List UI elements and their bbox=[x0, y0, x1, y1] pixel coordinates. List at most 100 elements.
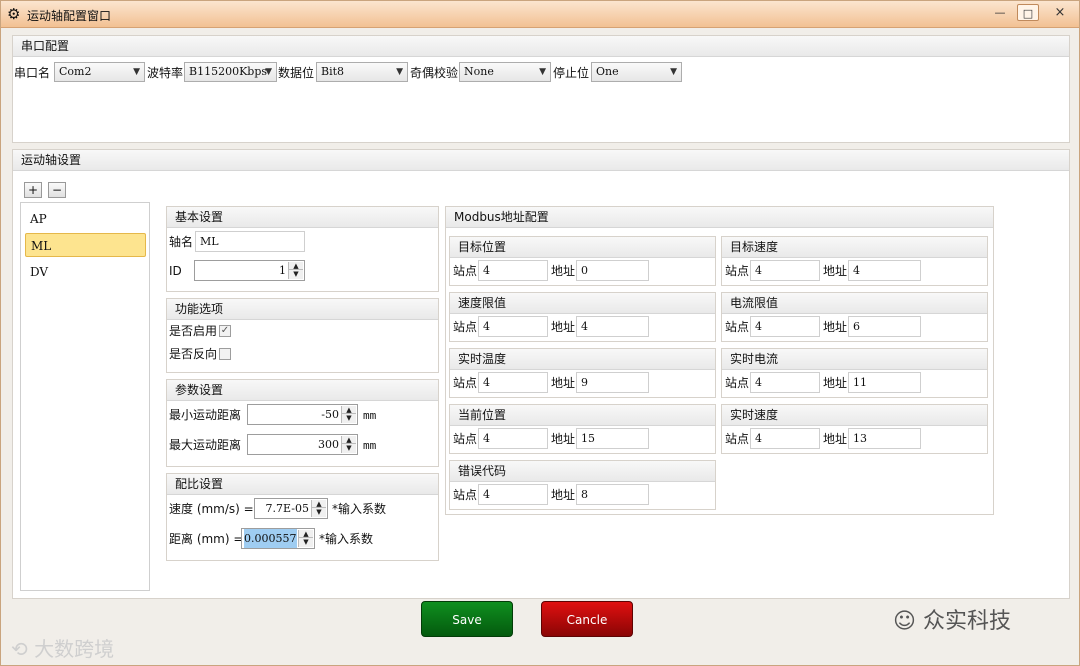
modbus-block-title: 目标速度 bbox=[722, 237, 987, 258]
chevron-up-icon[interactable]: ▲ bbox=[342, 436, 356, 444]
cancel-button[interactable]: Cancle bbox=[541, 601, 633, 637]
modbus-block-title: 当前位置 bbox=[450, 405, 715, 426]
chevron-down-icon[interactable]: ▼ bbox=[312, 508, 326, 516]
reverse-checkbox[interactable] bbox=[219, 348, 231, 360]
remove-axis-button[interactable]: − bbox=[48, 182, 66, 198]
address-input[interactable]: 4 bbox=[576, 316, 649, 337]
modbus-block-title: 实时电流 bbox=[722, 349, 987, 370]
station-input[interactable]: 4 bbox=[478, 484, 548, 505]
parity-value: None bbox=[464, 65, 494, 78]
enable-label: 是否启用 bbox=[169, 324, 218, 338]
chevron-up-icon[interactable]: ▲ bbox=[312, 500, 326, 508]
serial-config-title: 串口配置 bbox=[13, 36, 1069, 57]
reverse-label: 是否反向 bbox=[169, 347, 218, 361]
config-window: ⚙ 运动轴配置窗口 — □ × 串口配置 串口名 Com2 ▼ 波特率 B1152… bbox=[0, 0, 1080, 666]
distance-ratio-stepper[interactable]: 0.000557 ▲ ▼ bbox=[241, 528, 315, 549]
max-distance-stepper[interactable]: 300 ▲ ▼ bbox=[247, 434, 358, 455]
axis-list-item-ap[interactable]: AP bbox=[25, 207, 146, 231]
address-input[interactable]: 9 bbox=[576, 372, 649, 393]
watermark-left-text: 大数跨境 bbox=[34, 637, 115, 661]
chevron-up-icon[interactable]: ▲ bbox=[289, 262, 303, 270]
chevron-down-icon: ▼ bbox=[133, 67, 140, 77]
max-distance-label: 最大运动距离 bbox=[169, 438, 242, 452]
address-input[interactable]: 13 bbox=[848, 428, 921, 449]
address-input[interactable]: 4 bbox=[848, 260, 921, 281]
axis-list-item-ml[interactable]: ML bbox=[25, 233, 146, 257]
stepper-buttons[interactable]: ▲ ▼ bbox=[311, 500, 326, 517]
databits-select[interactable]: Bit8 ▼ bbox=[316, 62, 408, 82]
gear-icon: ⚙ bbox=[7, 5, 21, 23]
station-label: 站点 bbox=[453, 488, 478, 502]
address-label: 地址 bbox=[551, 376, 576, 390]
axis-list: AP ML DV bbox=[20, 202, 150, 591]
axis-id-label: ID bbox=[169, 264, 182, 278]
station-label: 站点 bbox=[453, 264, 478, 278]
save-button[interactable]: Save bbox=[421, 601, 513, 637]
modbus-config-title: Modbus地址配置 bbox=[446, 207, 993, 228]
address-input[interactable]: 8 bbox=[576, 484, 649, 505]
stepper-buttons[interactable]: ▲ ▼ bbox=[341, 406, 356, 423]
maximize-button[interactable]: □ bbox=[1017, 4, 1039, 21]
watermark-right-text: 众实科技 bbox=[922, 609, 1011, 634]
station-input[interactable]: 4 bbox=[750, 316, 820, 337]
baud-value: B115200Kbps bbox=[189, 65, 268, 78]
address-input[interactable]: 0 bbox=[576, 260, 649, 281]
port-value: Com2 bbox=[59, 65, 92, 78]
station-label: 站点 bbox=[725, 264, 750, 278]
min-distance-unit: mm bbox=[363, 409, 377, 422]
chevron-down-icon[interactable]: ▼ bbox=[289, 270, 303, 278]
address-input[interactable]: 11 bbox=[848, 372, 921, 393]
station-input[interactable]: 4 bbox=[478, 316, 548, 337]
watermark-right: ☺ 众实科技 bbox=[893, 609, 1011, 634]
parity-select[interactable]: None ▼ bbox=[459, 62, 551, 82]
station-input[interactable]: 4 bbox=[478, 260, 548, 281]
enable-checkbox[interactable]: ✓ bbox=[219, 325, 231, 337]
stopbits-label: 停止位 bbox=[553, 66, 590, 80]
modbus-block-title: 实时速度 bbox=[722, 405, 987, 426]
axis-id-stepper[interactable]: 1 ▲ ▼ bbox=[194, 260, 305, 281]
axis-list-item-dv[interactable]: DV bbox=[25, 260, 146, 284]
chevron-up-icon[interactable]: ▲ bbox=[342, 406, 356, 414]
station-input[interactable]: 4 bbox=[750, 428, 820, 449]
watermark-left: ⟲ 大数跨境 bbox=[11, 637, 115, 661]
address-label: 地址 bbox=[823, 264, 848, 278]
station-input[interactable]: 4 bbox=[750, 372, 820, 393]
distance-ratio-value: 0.000557 bbox=[244, 529, 297, 548]
basic-settings-title: 基本设置 bbox=[167, 207, 438, 228]
parity-label: 奇偶校验 bbox=[410, 66, 459, 80]
close-button[interactable]: × bbox=[1049, 4, 1071, 21]
serial-config-group: 串口配置 bbox=[12, 35, 1070, 143]
stepper-buttons[interactable]: ▲ ▼ bbox=[298, 530, 313, 547]
max-distance-unit: mm bbox=[363, 439, 377, 452]
chevron-down-icon[interactable]: ▼ bbox=[342, 444, 356, 452]
address-label: 地址 bbox=[551, 320, 576, 334]
port-select[interactable]: Com2 ▼ bbox=[54, 62, 145, 82]
station-label: 站点 bbox=[725, 432, 750, 446]
chevron-up-icon[interactable]: ▲ bbox=[299, 530, 313, 538]
address-label: 地址 bbox=[823, 320, 848, 334]
speed-ratio-stepper[interactable]: 7.7E-05 ▲ ▼ bbox=[254, 498, 328, 519]
stopbits-select[interactable]: One ▼ bbox=[591, 62, 682, 82]
station-label: 站点 bbox=[725, 320, 750, 334]
minimize-button[interactable]: — bbox=[989, 4, 1011, 21]
stepper-buttons[interactable]: ▲ ▼ bbox=[288, 262, 303, 279]
axis-id-value: 1 bbox=[279, 264, 286, 277]
distance-ratio-suffix: *输入系数 bbox=[319, 532, 374, 546]
chevron-down-icon[interactable]: ▼ bbox=[342, 414, 356, 422]
axis-name-input[interactable]: ML bbox=[195, 231, 305, 252]
baud-select[interactable]: B115200Kbps ▼ bbox=[184, 62, 277, 82]
modbus-block-title: 实时温度 bbox=[450, 349, 715, 370]
add-axis-button[interactable]: + bbox=[24, 182, 42, 198]
stepper-buttons[interactable]: ▲ ▼ bbox=[341, 436, 356, 453]
modbus-block-title: 目标位置 bbox=[450, 237, 715, 258]
address-input[interactable]: 6 bbox=[848, 316, 921, 337]
address-input[interactable]: 15 bbox=[576, 428, 649, 449]
param-settings-title: 参数设置 bbox=[167, 380, 438, 401]
window-title: 运动轴配置窗口 bbox=[27, 9, 112, 23]
station-input[interactable]: 4 bbox=[478, 372, 548, 393]
min-distance-stepper[interactable]: -50 ▲ ▼ bbox=[247, 404, 358, 425]
station-input[interactable]: 4 bbox=[478, 428, 548, 449]
chevron-down-icon: ▼ bbox=[670, 67, 677, 77]
station-input[interactable]: 4 bbox=[750, 260, 820, 281]
chevron-down-icon[interactable]: ▼ bbox=[299, 538, 313, 546]
